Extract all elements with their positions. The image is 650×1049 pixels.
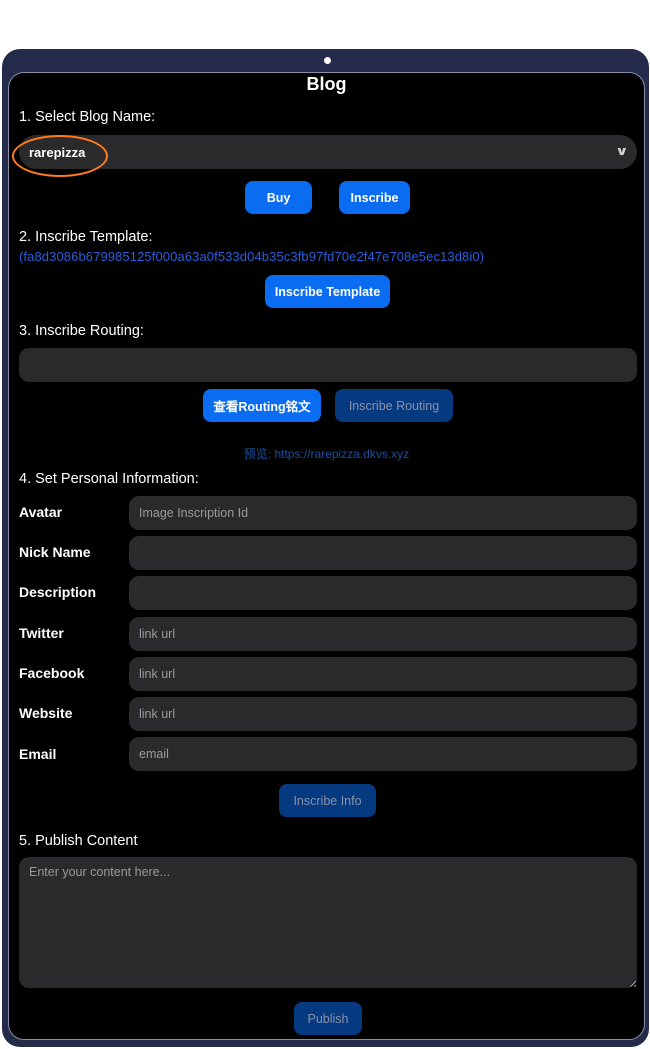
facebook-label: Facebook [19,665,85,681]
inscribe-routing-button[interactable]: Inscribe Routing [335,389,453,422]
template-inscription-id[interactable]: (fa8d3086b679985125f000a63a0f533d04b35c3… [19,249,484,264]
email-input[interactable] [129,737,637,771]
avatar-label: Avatar [19,504,63,520]
avatar-input[interactable] [129,496,637,530]
nick-name-input[interactable] [129,536,637,570]
inscribe-info-button[interactable]: Inscribe Info [279,784,376,817]
section-inscribe-routing-label: 3. Inscribe Routing: [19,323,144,339]
description-input[interactable] [129,576,637,610]
website-label: Website [19,705,73,721]
inscribe-button[interactable]: Inscribe [339,181,410,214]
routing-input[interactable] [19,348,637,382]
blog-name-select[interactable]: rarepizza ∨ [19,135,637,169]
twitter-label: Twitter [19,625,64,641]
description-label: Description [19,584,97,600]
nick-name-label: Nick Name [19,544,91,560]
email-label: Email [19,746,57,762]
twitter-input[interactable] [129,617,637,651]
section-select-blog-label: 1. Select Blog Name: [19,109,156,125]
buy-button[interactable]: Buy [245,181,312,214]
section-publish-content-label: 5. Publish Content [19,833,138,849]
publish-button[interactable]: Publish [294,1002,362,1035]
app-screen: Blog 1. Select Blog Name: rarepizza ∨ Bu… [8,72,645,1040]
chevron-down-icon: ∨ [615,144,629,158]
section-personal-info-label: 4. Set Personal Information: [19,471,199,487]
blog-name-selected-value: rarepizza [29,144,86,160]
website-input[interactable] [129,697,637,731]
section-inscribe-template-label: 2. Inscribe Template: [19,229,153,245]
view-routing-inscription-button[interactable]: 查看Routing铭文 [203,389,321,422]
camera-dot [324,57,331,64]
content-textarea[interactable] [19,857,637,988]
page-title: Blog [306,74,347,94]
preview-link[interactable]: 预览: https://rarepizza.dkvs.xyz [9,445,644,462]
facebook-input[interactable] [129,657,637,691]
tablet-frame: Blog 1. Select Blog Name: rarepizza ∨ Bu… [2,49,649,1047]
inscribe-template-button[interactable]: Inscribe Template [265,275,390,308]
